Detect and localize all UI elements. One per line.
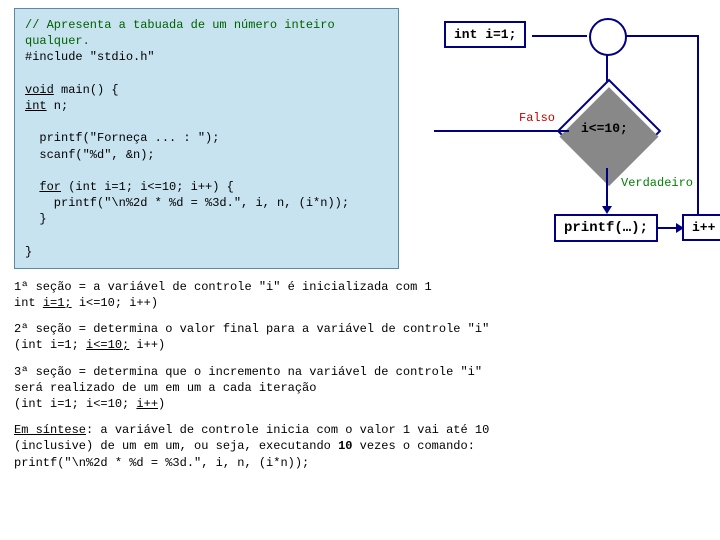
flowchart: int i=1; i<=10; Falso Verdadeiro printf(… [414, 16, 714, 261]
code-block: // Apresenta a tabuada de um número inte… [14, 8, 399, 269]
flow-line [697, 36, 699, 214]
flow-init-box: int i=1; [444, 21, 526, 48]
flow-false-label: Falso [519, 111, 555, 125]
note-section-2: 2ª seção = determina o valor final para … [14, 321, 706, 353]
flow-true-label: Verdadeiro [621, 176, 693, 190]
code-close2: } [25, 244, 388, 260]
code-comment: // Apresenta a tabuada de um número inte… [25, 17, 388, 49]
flow-cond-label: i<=10; [581, 121, 628, 136]
arrow-right-icon [676, 223, 684, 233]
code-close1: } [25, 211, 388, 227]
flow-line [434, 130, 569, 132]
code-main: void main() { [25, 82, 388, 98]
note-synthesis: Em síntese: a variável de controle inici… [14, 422, 706, 471]
flow-entry-circle [589, 18, 627, 56]
flow-action-label: printf(…); [564, 220, 648, 236]
kw-int: int [25, 99, 47, 113]
arrow-down-icon [602, 206, 612, 214]
flow-incr-label: i++ [692, 220, 715, 235]
code-printf2: printf("\n%2d * %d = %3d.", i, n, (i*n))… [25, 195, 388, 211]
kw-void: void [25, 83, 54, 97]
code-for: for (int i=1; i<=10; i++) { [25, 179, 388, 195]
flow-line [606, 168, 608, 208]
code-include: #include "stdio.h" [25, 49, 388, 65]
flow-incr-box: i++ [682, 214, 720, 241]
kw-for: for [39, 180, 61, 194]
note-section-3: 3ª seção = determina que o incremento na… [14, 364, 706, 413]
flow-line [656, 227, 678, 229]
code-scanf: scanf("%d", &n); [25, 147, 388, 163]
flow-line [532, 35, 587, 37]
flow-line [625, 35, 699, 37]
code-decl: int n; [25, 98, 388, 114]
flow-init-label: int i=1; [454, 27, 516, 42]
code-printf1: printf("Forneça ... : "); [25, 130, 388, 146]
flow-action-box: printf(…); [554, 214, 658, 242]
note-section-1: 1ª seção = a variável de controle "i" é … [14, 279, 706, 311]
